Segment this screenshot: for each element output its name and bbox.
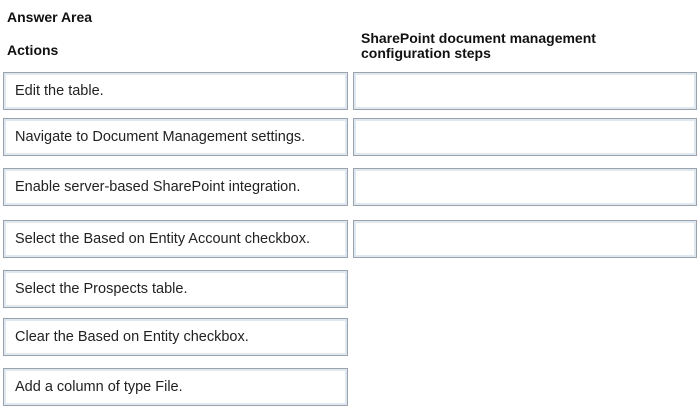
- steps-column-header: SharePoint document management configura…: [361, 30, 596, 61]
- step-slot-1[interactable]: [353, 72, 697, 110]
- action-item[interactable]: Edit the table.: [3, 72, 348, 110]
- action-item[interactable]: Enable server-based SharePoint integrati…: [3, 168, 348, 206]
- answer-area-title: Answer Area: [7, 9, 93, 25]
- action-item[interactable]: Navigate to Document Management settings…: [3, 118, 348, 156]
- action-item[interactable]: Select the Prospects table.: [3, 270, 348, 308]
- action-item[interactable]: Add a column of type File.: [3, 368, 348, 406]
- action-item[interactable]: Select the Based on Entity Account check…: [3, 220, 348, 258]
- step-slot-2[interactable]: [353, 118, 697, 156]
- action-item[interactable]: Clear the Based on Entity checkbox.: [3, 318, 348, 356]
- actions-column-header: Actions: [7, 42, 59, 58]
- step-slot-4[interactable]: [353, 220, 697, 258]
- step-slot-3[interactable]: [353, 168, 697, 206]
